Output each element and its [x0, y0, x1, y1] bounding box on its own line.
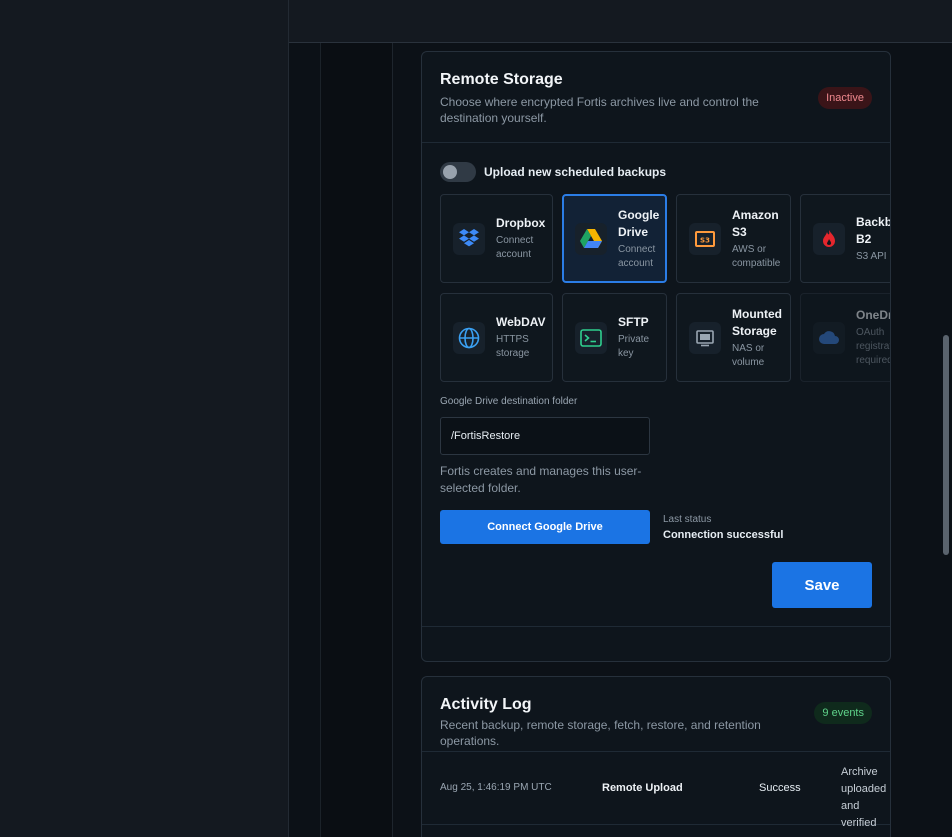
dropbox-icon — [453, 223, 485, 255]
connect-google-drive-button[interactable]: Connect Google Drive — [440, 510, 650, 544]
upload-toggle[interactable] — [440, 162, 476, 182]
provider-desc: AWS or compatible — [732, 243, 781, 269]
remote-storage-card: Remote Storage Choose where encrypted Fo… — [421, 51, 891, 662]
globe-icon — [453, 322, 485, 354]
remote-storage-header: Remote Storage Choose where encrypted Fo… — [422, 52, 890, 143]
upload-toggle-row[interactable]: Upload new scheduled backups — [440, 162, 666, 182]
provider-name: OneDrive — [856, 308, 890, 322]
provider-desc: HTTPS storage — [496, 334, 530, 359]
provider-amazon-s3[interactable]: S3 Amazon S3 AWS or compatible — [676, 194, 791, 283]
left-pane — [0, 0, 289, 837]
terminal-icon — [575, 322, 607, 354]
provider-desc: Connect account — [496, 235, 534, 260]
events-count-badge: 9 events — [814, 702, 872, 724]
log-status: Success — [759, 782, 801, 794]
log-time: Aug 25, 1:46:19 PM UTC — [440, 782, 552, 793]
layout-rail — [392, 43, 393, 837]
top-bar — [289, 0, 952, 43]
amazon-s3-icon: S3 — [689, 223, 721, 255]
divider — [422, 626, 890, 627]
save-button[interactable]: Save — [772, 562, 872, 608]
layout-rail — [321, 43, 393, 837]
provider-webdav[interactable]: WebDAV HTTPS storage — [440, 293, 553, 382]
table-row[interactable]: Aug 25, 1:46:19 PM UTC Remote Upload Suc… — [422, 751, 890, 829]
cloud-icon — [813, 322, 845, 354]
provider-name: WebDAV — [496, 315, 546, 329]
activity-log-header: Activity Log Recent backup, remote stora… — [422, 677, 890, 751]
folder-hint: Fortis creates and manages this user-sel… — [440, 464, 642, 495]
last-status-value: Connection successful — [663, 529, 784, 541]
provider-desc: NAS or volume — [732, 342, 765, 368]
log-detail: Archive uploaded and verified — [841, 766, 887, 829]
provider-desc: Private key — [618, 334, 650, 359]
provider-name: Backblaze B2 — [856, 214, 890, 246]
last-status-label: Last status — [663, 514, 712, 525]
upload-toggle-label: Upload new scheduled backups — [484, 165, 667, 179]
scrollbar-thumb[interactable] — [943, 335, 949, 555]
remote-storage-subtitle: Choose where encrypted Fortis archives l… — [440, 95, 759, 125]
drive-icon — [689, 322, 721, 354]
provider-onedrive: OneDrive OAuth registration required — [800, 293, 891, 382]
provider-google-drive[interactable]: Google Drive Connect account — [562, 194, 667, 283]
provider-desc: S3 API — [856, 250, 887, 262]
provider-sftp[interactable]: SFTP Private key — [562, 293, 667, 382]
provider-name: Dropbox — [496, 216, 546, 230]
backblaze-flame-icon — [813, 223, 845, 255]
destination-folder-input[interactable] — [440, 417, 650, 455]
log-operation: Remote Upload — [602, 782, 683, 794]
folder-field-label: Google Drive destination folder — [440, 396, 578, 407]
remote-storage-title: Remote Storage — [440, 71, 563, 88]
main-content: Remote Storage Choose where encrypted Fo… — [289, 43, 952, 837]
provider-desc: Connect account — [618, 243, 656, 269]
provider-name: Mounted Storage — [732, 306, 782, 338]
google-drive-icon — [575, 223, 607, 255]
provider-mounted-storage[interactable]: Mounted Storage NAS or volume — [676, 293, 791, 382]
svg-text:S3: S3 — [700, 237, 710, 245]
status-badge: Inactive — [818, 87, 872, 109]
activity-log-title: Activity Log — [440, 696, 532, 713]
provider-name: Amazon S3 — [732, 207, 779, 239]
provider-backblaze-b2[interactable]: Backblaze B2 S3 API — [800, 194, 890, 283]
provider-dropbox[interactable]: Dropbox Connect account — [440, 194, 553, 283]
provider-name: Google Drive — [618, 207, 660, 239]
provider-desc: OAuth registration required — [856, 327, 891, 366]
activity-log-subtitle: Recent backup, remote storage, fetch, re… — [440, 718, 761, 748]
toggle-knob — [443, 165, 457, 179]
activity-log-card: Activity Log Recent backup, remote stora… — [421, 676, 891, 837]
provider-name: SFTP — [618, 315, 649, 329]
